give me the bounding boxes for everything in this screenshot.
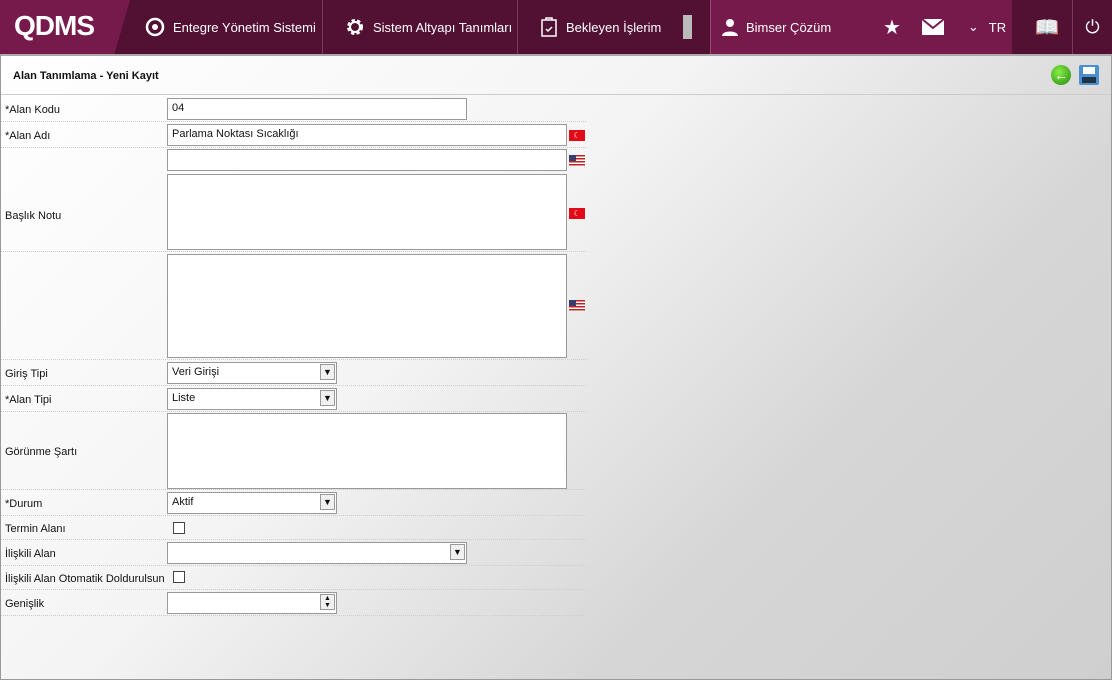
nav-label: Bekleyen İşlerim xyxy=(566,19,662,35)
label: *Durum xyxy=(5,498,43,510)
row-genislik: Genişlik ▲ ▼ xyxy=(1,590,586,616)
nav-sistem-altyapi[interactable]: Sistem Altyapı Tanımları xyxy=(323,0,518,54)
label: Başlık Notu xyxy=(5,210,62,222)
durum-select[interactable]: Aktif ▼ xyxy=(167,492,337,514)
row-iliskili-alan: İlişkili Alan ▼ xyxy=(1,540,586,566)
row-alan-adi: *Alan Adı Parlama Noktası Sıcaklığı ☾ xyxy=(1,122,586,148)
power-icon[interactable]: ⏻ xyxy=(1072,0,1112,54)
value: Veri Girişi xyxy=(172,366,220,378)
chevron-down-icon: ▼ xyxy=(320,364,335,380)
nav-entegre[interactable]: Entegre Yönetim Sistemi xyxy=(145,0,323,54)
language-select[interactable]: ⌄ TR xyxy=(962,0,1012,54)
iliskili-otomatik-checkbox[interactable] xyxy=(173,571,185,583)
genislik-number-input[interactable]: ▲ ▼ xyxy=(167,592,337,614)
nav-bekleyen[interactable]: Bekleyen İşlerim xyxy=(518,0,678,54)
user-name: Bimser Çözüm xyxy=(746,19,832,35)
gear-icon xyxy=(347,19,363,35)
flag-us-icon xyxy=(569,155,585,166)
qdms-logo[interactable]: QDMS xyxy=(0,0,130,54)
value: Liste xyxy=(172,392,196,404)
user-icon xyxy=(722,19,738,36)
label: İlişkili Alan Otomatik Doldurulsun xyxy=(5,573,165,585)
alan-adi-en-input[interactable] xyxy=(167,149,567,171)
nav-scroll-button[interactable] xyxy=(683,15,692,39)
chevron-down-icon: ▼ xyxy=(320,390,335,406)
label: *Alan Kodu xyxy=(5,104,61,116)
label: *Alan Adı xyxy=(5,130,51,142)
row-durum: *Durum Aktif ▼ xyxy=(1,490,586,516)
spinner-icon[interactable]: ▲ ▼ xyxy=(320,594,335,610)
nav-label: Sistem Altyapı Tanımları xyxy=(373,19,513,35)
label: İlişkili Alan xyxy=(5,548,56,560)
row-alan-kodu: *Alan Kodu 04 xyxy=(1,96,586,122)
flag-tr-icon: ☾ xyxy=(569,130,585,141)
user-menu[interactable]: Bimser Çözüm xyxy=(722,0,831,54)
label: Termin Alanı xyxy=(5,523,66,535)
top-bar: QDMS Entegre Yönetim Sistemi Sistem Alty… xyxy=(0,0,1112,54)
gorunme-sarti-textarea[interactable] xyxy=(167,413,567,489)
flag-us-icon xyxy=(569,300,585,311)
chevron-down-icon: ▼ xyxy=(320,494,335,510)
language-label: TR xyxy=(988,19,1007,35)
row-iliskili-otomatik: İlişkili Alan Otomatik Doldurulsun xyxy=(1,566,586,590)
divider xyxy=(1,94,1111,95)
label: Genişlik xyxy=(5,598,45,610)
row-alan-tipi: *Alan Tipi Liste ▼ xyxy=(1,386,586,412)
help-book-icon[interactable]: 📖 xyxy=(1030,0,1064,54)
star-icon[interactable]: ★ xyxy=(880,0,904,54)
mail-icon[interactable] xyxy=(920,0,946,54)
alan-kodu-input[interactable]: 04 xyxy=(167,98,467,120)
save-button[interactable] xyxy=(1079,65,1099,85)
value: Aktif xyxy=(172,496,194,508)
baslik-notu-tr-textarea[interactable] xyxy=(167,174,567,250)
q-icon xyxy=(145,17,165,37)
termin-alani-checkbox[interactable] xyxy=(173,522,185,534)
baslik-notu-en-textarea[interactable] xyxy=(167,254,567,358)
row-baslik-notu-en xyxy=(1,252,586,360)
row-gorunme-sarti: Görünme Şartı xyxy=(1,412,586,490)
page-title: Alan Tanımlama - Yeni Kayıt xyxy=(13,70,159,82)
iliskili-alan-select[interactable]: ▼ xyxy=(167,542,467,564)
row-giris-tipi: Giriş Tipi Veri Girişi ▼ xyxy=(1,360,586,386)
flag-tr-icon: ☾ xyxy=(569,208,585,219)
label: Görünme Şartı xyxy=(5,446,78,458)
chevron-down-icon: ⌄ xyxy=(967,19,979,34)
label: *Alan Tipi xyxy=(5,394,52,406)
form-panel: Alan Tanımlama - Yeni Kayıt ← *Alan Kodu… xyxy=(0,54,1112,680)
back-button[interactable]: ← xyxy=(1051,65,1071,85)
nav-label: Entegre Yönetim Sistemi xyxy=(173,19,316,35)
giris-tipi-select[interactable]: Veri Girişi ▼ xyxy=(167,362,337,384)
row-baslik-notu: Başlık Notu ☾ xyxy=(1,148,586,252)
alan-adi-tr-input[interactable]: Parlama Noktası Sıcaklığı xyxy=(167,124,567,146)
row-termin-alani: Termin Alanı xyxy=(1,516,586,540)
chevron-down-icon: ▼ xyxy=(450,544,465,560)
clipboard-icon xyxy=(541,17,557,37)
label: Giriş Tipi xyxy=(5,368,48,380)
alan-tipi-select[interactable]: Liste ▼ xyxy=(167,388,337,410)
